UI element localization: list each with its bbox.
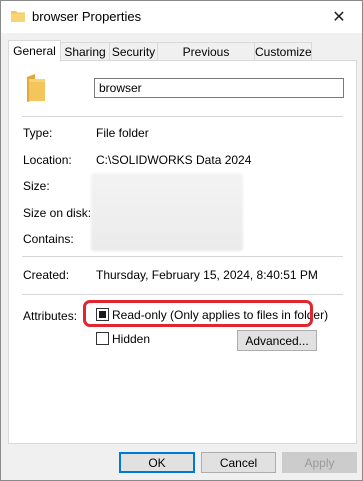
highlight-annotation — [83, 300, 313, 327]
ok-button[interactable]: OK — [119, 452, 195, 473]
apply-button[interactable]: Apply — [282, 452, 357, 473]
hidden-checkbox[interactable] — [96, 332, 109, 345]
general-panel — [8, 60, 357, 444]
advanced-button[interactable]: Advanced... — [237, 330, 317, 351]
attributes-label: Attributes: — [23, 309, 78, 323]
close-icon: ✕ — [332, 9, 346, 26]
tab-sharing[interactable]: Sharing — [60, 42, 110, 61]
created-label: Created: — [23, 268, 70, 282]
blurred-values — [91, 173, 243, 251]
properties-dialog: browser Properties ✕ General Sharing Sec… — [0, 0, 363, 481]
tab-security[interactable]: Security — [109, 42, 158, 61]
type-label: Type: — [23, 126, 53, 140]
separator — [22, 294, 343, 295]
close-button[interactable]: ✕ — [316, 1, 362, 33]
window-title: browser Properties — [32, 9, 142, 24]
contains-label: Contains: — [23, 232, 74, 246]
title-bar: browser Properties ✕ — [1, 1, 362, 33]
tab-previous-versions[interactable]: Previous Versions — [157, 42, 255, 77]
location-label: Location: — [23, 153, 72, 167]
created-value: Thursday, February 15, 2024, 8:40:51 PM — [96, 268, 318, 282]
separator — [22, 256, 343, 257]
folder-name-input[interactable] — [94, 78, 344, 98]
cancel-button[interactable]: Cancel — [201, 452, 276, 473]
size-label: Size: — [23, 179, 50, 193]
tab-customize[interactable]: Customize — [254, 42, 312, 61]
folder-icon — [11, 11, 25, 22]
hidden-label[interactable]: Hidden — [112, 332, 150, 346]
separator — [22, 116, 343, 117]
location-value: C:\SOLIDWORKS Data 2024 — [96, 153, 252, 167]
type-value: File folder — [96, 126, 149, 140]
tab-general[interactable]: General — [8, 40, 61, 62]
folder-icon — [27, 74, 45, 102]
size-on-disk-label: Size on disk: — [23, 206, 92, 220]
